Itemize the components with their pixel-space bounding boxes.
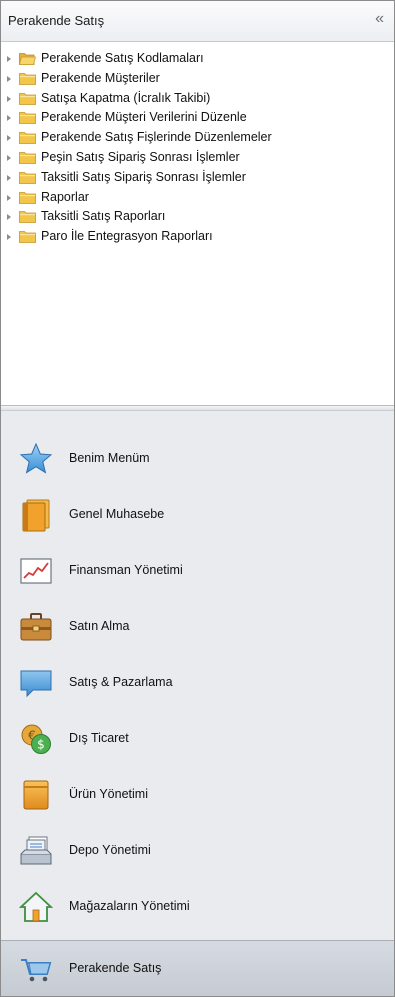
expand-arrow-icon[interactable]: [7, 135, 11, 142]
tree-item-label: Perakende Satış Kodlamaları: [41, 51, 204, 65]
nav-item-genel-muhasebe[interactable]: Genel Muhasebe: [1, 487, 394, 543]
folder-icon: [19, 72, 36, 85]
panel-title: Perakende Satış: [8, 13, 105, 28]
expand-arrow-icon[interactable]: [7, 95, 11, 102]
collapse-panel-button[interactable]: «: [375, 10, 384, 28]
nav-item-label: Perakende Satış: [69, 961, 162, 975]
house-icon: [19, 891, 53, 922]
panel-header: Perakende Satış «: [1, 1, 394, 42]
folder-icon: [19, 231, 36, 244]
tree-item-label: Perakende Müşteri Verilerini Düzenle: [41, 110, 247, 125]
nav-item-satis-pazarlama[interactable]: Satış & Pazarlama: [1, 655, 394, 711]
star-icon: [19, 442, 53, 474]
tree-item-perakende-musteriler[interactable]: Perakende Müşteriler: [1, 69, 394, 89]
tree-item-perakende-musteri-verilerini-duzenle[interactable]: Perakende Müşteri Verilerini Düzenle: [1, 108, 394, 128]
folder-icon: [19, 171, 36, 184]
expand-arrow-icon[interactable]: [7, 174, 11, 181]
nav-item-label: Satış & Pazarlama: [69, 675, 173, 689]
tree-item-perakende-satis-fislerinde-duzenlemeler[interactable]: Perakende Satış Fişlerinde Düzenlemeler: [1, 128, 394, 148]
nav-item-label: Finansman Yönetimi: [69, 563, 183, 577]
nav-item-satin-alma[interactable]: Satın Alma: [1, 599, 394, 655]
menu-tree: Perakende Satış Kodlamaları Perakende Mü…: [1, 49, 394, 247]
expand-arrow-icon[interactable]: [7, 214, 11, 221]
nav-item-label: Genel Muhasebe: [69, 507, 165, 521]
nav-item-urun-yonetimi[interactable]: Ürün Yönetimi: [1, 767, 394, 823]
nav-item-label: Mağazaların Yönetimi: [69, 899, 190, 913]
tree-item-taksitli-satis-siparis-sonrasi[interactable]: Taksitli Satış Sipariş Sonrası İşlemler: [1, 168, 394, 188]
nav-item-label: Benim Menüm: [69, 451, 150, 465]
folder-icon: [19, 211, 36, 224]
nav-item-benim-menum[interactable]: Benim Menüm: [1, 431, 394, 487]
nav-item-label: Depo Yönetimi: [69, 843, 151, 857]
tree-item-label: Perakende Müşteriler: [41, 70, 160, 85]
tree-item-label: Paro İle Entegrasyon Raporları: [41, 229, 213, 244]
folder-open-icon: [19, 53, 36, 65]
nav-item-dis-ticaret[interactable]: € $ Dış Ticaret: [1, 711, 394, 767]
tree-item-label: Satışa Kapatma (İcralık Takibi): [41, 90, 211, 105]
navigation-panel: Perakende Satış « Perakende Satış Kodlam…: [0, 0, 395, 997]
product-box-icon: [23, 780, 49, 810]
expand-arrow-icon[interactable]: [7, 194, 11, 201]
tree-item-pesin-satis-siparis-sonrasi[interactable]: Peşin Satış Sipariş Sonrası İşlemler: [1, 148, 394, 168]
expand-arrow-icon[interactable]: [7, 154, 11, 161]
nav-item-label: Ürün Yönetimi: [69, 787, 148, 801]
tree-item-satisa-kapatma[interactable]: Satışa Kapatma (İcralık Takibi): [1, 89, 394, 109]
expand-arrow-icon[interactable]: [7, 75, 11, 82]
nav-item-label: Dış Ticaret: [69, 731, 129, 745]
briefcase-icon: [20, 613, 52, 641]
folder-icon: [19, 132, 36, 145]
nav-item-perakende-satis[interactable]: Perakende Satış: [1, 940, 394, 996]
svg-text:$: $: [37, 738, 45, 752]
folder-icon: [19, 92, 36, 105]
folder-icon: [19, 152, 36, 164]
nav-item-finansman-yonetimi[interactable]: Finansman Yönetimi: [1, 543, 394, 599]
tree-item-label: Peşin Satış Sipariş Sonrası İşlemler: [41, 149, 240, 164]
tree-item-taksitli-satis-raporlari[interactable]: Taksitli Satış Raporları: [1, 207, 394, 227]
folder-icon: [19, 191, 36, 204]
speech-bubble-icon: [20, 670, 52, 698]
tree-item-label: Taksitli Satış Sipariş Sonrası İşlemler: [41, 169, 246, 184]
expand-arrow-icon[interactable]: [7, 115, 11, 122]
nav-item-magazalarin-yonetimi[interactable]: Mağazaların Yönetimi: [1, 879, 394, 935]
tree-item-label: Raporlar: [41, 189, 89, 204]
tree-item-raporlar[interactable]: Raporlar: [1, 188, 394, 208]
shopping-cart-icon: [21, 959, 52, 982]
currency-coins-icon: € $: [21, 724, 51, 754]
nav-item-label: Satın Alma: [69, 619, 130, 633]
tree-item-label: Taksitli Satış Raporları: [41, 209, 166, 224]
expand-arrow-icon[interactable]: [7, 234, 11, 241]
nav-item-depo-yonetimi[interactable]: Depo Yönetimi: [1, 823, 394, 879]
tree-item-paro-ile-entegrasyon-raporlari[interactable]: Paro İle Entegrasyon Raporları: [1, 227, 394, 247]
tree-item-label: Perakende Satış Fişlerinde Düzenlemeler: [41, 130, 272, 145]
expand-arrow-icon[interactable]: [7, 56, 11, 62]
module-navigation: Benim Menüm Genel Muhasebe Finansman Yön…: [1, 411, 394, 996]
folder-icon: [19, 112, 36, 125]
ledger-books-icon: [22, 499, 50, 532]
warehouse-tray-icon: [20, 836, 52, 865]
line-chart-icon: [20, 558, 52, 584]
tree-item-perakende-satis-kodlamalari[interactable]: Perakende Satış Kodlamaları: [1, 49, 394, 69]
